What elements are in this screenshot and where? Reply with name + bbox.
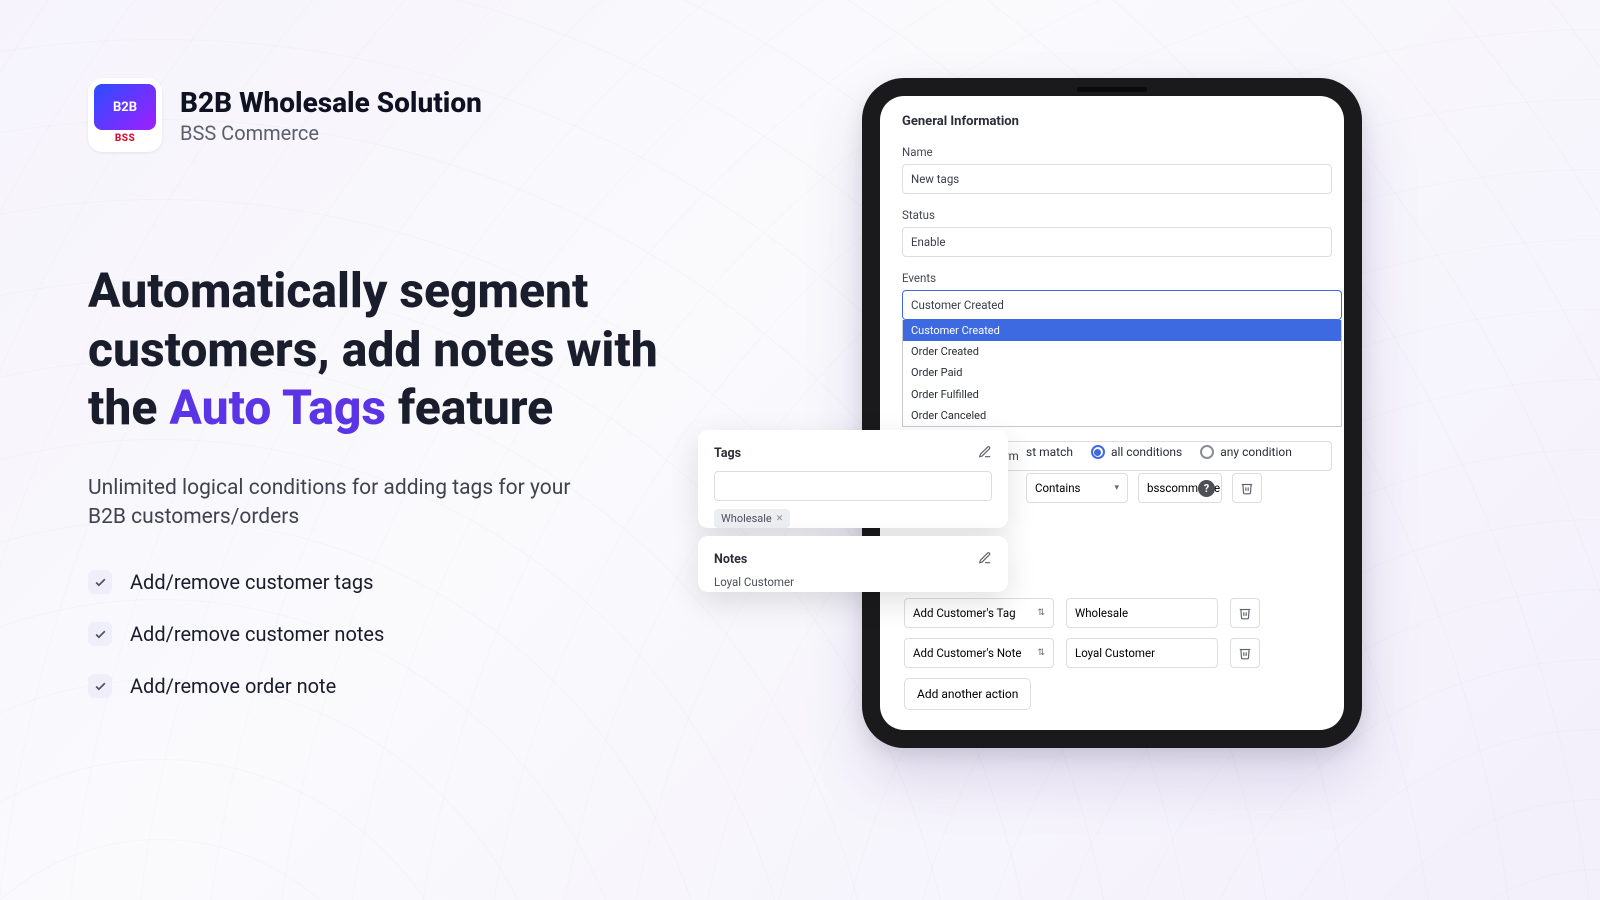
notes-value: Loyal Customer: [714, 575, 992, 589]
headline: Automatically segment customers, add not…: [88, 262, 728, 438]
edit-notes-button[interactable]: [978, 550, 992, 569]
name-label: Name: [902, 145, 1344, 159]
events-option[interactable]: Order Canceled: [903, 405, 1341, 426]
help-icon[interactable]: ?: [1198, 480, 1215, 497]
brand-logo: B2B BSS: [88, 78, 162, 152]
vendor-name: BSS Commerce: [180, 121, 482, 145]
delete-condition-button[interactable]: [1232, 473, 1262, 503]
action-type-select[interactable]: Add Customer's Note⇅: [904, 638, 1054, 668]
section-title: General Information: [902, 114, 1344, 129]
events-option[interactable]: Order Created: [903, 341, 1341, 362]
edit-tags-button[interactable]: [978, 444, 992, 463]
logo-b2b-icon: B2B: [94, 84, 156, 130]
check-icon: [88, 674, 112, 698]
action-row: Add Customer's Tag⇅ Wholesale: [904, 598, 1312, 628]
all-conditions-radio[interactable]: all conditions: [1091, 445, 1182, 459]
tags-title: Tags: [714, 446, 741, 461]
product-title: B2B Wholesale Solution: [180, 86, 482, 119]
events-dropdown[interactable]: Customer Created Order Created Order Pai…: [902, 320, 1342, 427]
status-label: Status: [902, 208, 1344, 222]
condition-value-input[interactable]: bsscommerce ?: [1138, 473, 1222, 503]
check-icon: [88, 622, 112, 646]
action-row: Add Customer's Note⇅ Loyal Customer: [904, 638, 1312, 668]
tags-input[interactable]: [714, 471, 992, 501]
caret-icon: ⇅: [1029, 608, 1045, 618]
events-label: Events: [902, 271, 1344, 285]
caret-icon: ▾: [1106, 483, 1119, 493]
logo-bss-text: BSS: [115, 133, 135, 144]
action-value-input[interactable]: Loyal Customer: [1066, 638, 1218, 668]
feature-item: Add/remove customer tags: [88, 570, 728, 594]
subheadline: Unlimited logical conditions for adding …: [88, 474, 608, 533]
events-select[interactable]: Customer Created: [902, 290, 1342, 320]
caret-icon: ⇅: [1029, 648, 1045, 658]
events-option[interactable]: Order Paid: [903, 362, 1341, 383]
headline-accent: Auto Tags: [169, 379, 386, 436]
must-match-label: st match: [1026, 445, 1073, 459]
events-option[interactable]: Order Fulfilled: [903, 384, 1341, 405]
action-type-select[interactable]: Add Customer's Tag⇅: [904, 598, 1054, 628]
feature-list: Add/remove customer tags Add/remove cust…: [88, 570, 728, 698]
remove-tag-icon[interactable]: ✕: [776, 514, 784, 524]
name-input[interactable]: New tags: [902, 164, 1332, 194]
add-action-button[interactable]: Add another action: [904, 678, 1031, 710]
action-value-input[interactable]: Wholesale: [1066, 598, 1218, 628]
delete-action-button[interactable]: [1230, 598, 1260, 628]
tags-card: Tags Wholesale✕: [698, 430, 1008, 528]
check-icon: [88, 570, 112, 594]
notes-card: Notes Loyal Customer: [698, 536, 1008, 592]
notes-title: Notes: [714, 552, 747, 567]
conditions-match-row: st match all conditions any condition: [1026, 445, 1334, 459]
feature-item: Add/remove customer notes: [88, 622, 728, 646]
any-condition-radio[interactable]: any condition: [1200, 445, 1292, 459]
events-option[interactable]: Customer Created: [903, 320, 1341, 341]
delete-action-button[interactable]: [1230, 638, 1260, 668]
condition-operator-select[interactable]: Contains▾: [1026, 473, 1128, 503]
status-select[interactable]: Enable: [902, 227, 1332, 257]
feature-item: Add/remove order note: [88, 674, 728, 698]
brand-header: B2B BSS B2B Wholesale Solution BSS Comme…: [88, 78, 728, 152]
tag-chip[interactable]: Wholesale✕: [714, 509, 790, 528]
